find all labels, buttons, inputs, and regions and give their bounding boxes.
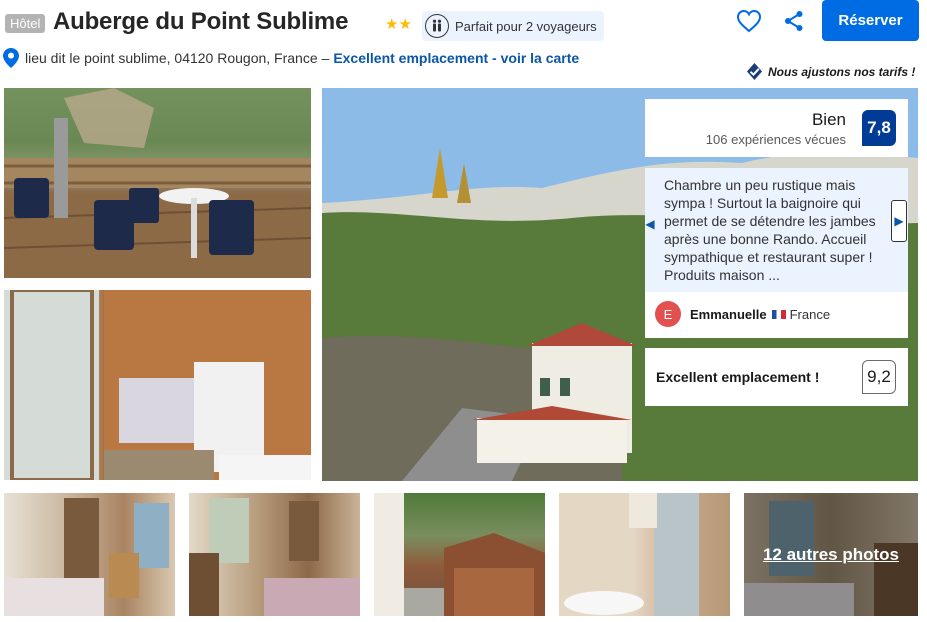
photo-thumbnail-3[interactable] <box>374 493 545 616</box>
photo-thumbnail-4[interactable] <box>559 493 730 616</box>
rating-word: Bien <box>811 110 846 129</box>
more-photos-label: 12 autres photos <box>762 544 900 564</box>
heart-icon[interactable] <box>736 9 762 33</box>
room-illustration <box>4 290 311 480</box>
travel-suitability-label: Parfait pour 2 voyageurs <box>455 18 597 34</box>
location-label: Excellent emplacement ! <box>656 369 820 385</box>
travel-suitability-chip[interactable]: Parfait pour 2 voyageurs <box>422 11 604 41</box>
reviewer-country: France <box>789 306 831 322</box>
property-header: Hôtel Auberge du Point Sublime ★★ Parfai… <box>0 0 927 88</box>
room-thumbnail-illustration <box>189 498 360 616</box>
chevron-left-icon[interactable]: ◀ <box>645 210 655 238</box>
bathroom-thumbnail-illustration <box>559 493 699 616</box>
check-shield-icon <box>747 63 762 80</box>
photo-terrace[interactable] <box>4 88 311 278</box>
reserve-button[interactable]: Réserver <box>822 0 919 41</box>
photo-room-1[interactable] <box>4 290 311 480</box>
rating-summary-card[interactable]: Bien 106 expériences vécues 7,8 <box>645 99 908 157</box>
property-type-badge: Hôtel <box>5 14 46 33</box>
reviewer-name: Emmanuelle <box>690 306 767 322</box>
reviewer-info: E Emmanuelle France <box>655 301 830 327</box>
review-card[interactable]: Chambre un peu rustique mais sympa ! Sur… <box>645 168 908 338</box>
review-text: Chambre un peu rustique mais sympa ! Sur… <box>645 168 908 292</box>
rating-score-badge: 7,8 <box>862 110 896 146</box>
photo-thumbnail-1[interactable] <box>4 493 175 616</box>
photo-thumbnail-2[interactable] <box>189 493 360 616</box>
share-icon[interactable] <box>783 10 805 32</box>
photo-thumbnail-5[interactable]: 12 autres photos <box>744 493 918 616</box>
room-thumbnail-illustration <box>4 498 169 616</box>
location-score-badge: 9,2 <box>862 360 896 394</box>
price-guarantee-label: Nous ajustons nos tarifs ! <box>768 64 916 79</box>
photo-main-exterior[interactable]: Bien 106 expériences vécues 7,8 Chambre … <box>322 88 918 481</box>
avatar: E <box>655 301 681 327</box>
star-rating: ★★ <box>385 16 412 33</box>
location-score-card[interactable]: Excellent emplacement ! 9,2 <box>645 348 908 406</box>
review-count: 106 expériences vécues <box>705 132 846 147</box>
address-row: lieu dit le point sublime, 04120 Rougon,… <box>3 48 579 68</box>
address-text: lieu dit le point sublime, 04120 Rougon,… <box>25 50 330 66</box>
couple-icon <box>425 14 449 38</box>
price-guarantee[interactable]: Nous ajustons nos tarifs ! <box>745 62 915 81</box>
property-title: Auberge du Point Sublime <box>53 8 349 35</box>
terrace-furniture-illustration <box>4 88 311 278</box>
map-pin-icon <box>3 48 19 68</box>
chevron-right-icon[interactable]: ▶ <box>891 200 907 242</box>
france-flag-icon <box>771 309 786 319</box>
map-link[interactable]: Excellent emplacement - voir la carte <box>333 50 579 66</box>
garden-thumbnail-illustration <box>374 493 545 616</box>
more-photos-overlay[interactable]: 12 autres photos <box>744 493 918 616</box>
